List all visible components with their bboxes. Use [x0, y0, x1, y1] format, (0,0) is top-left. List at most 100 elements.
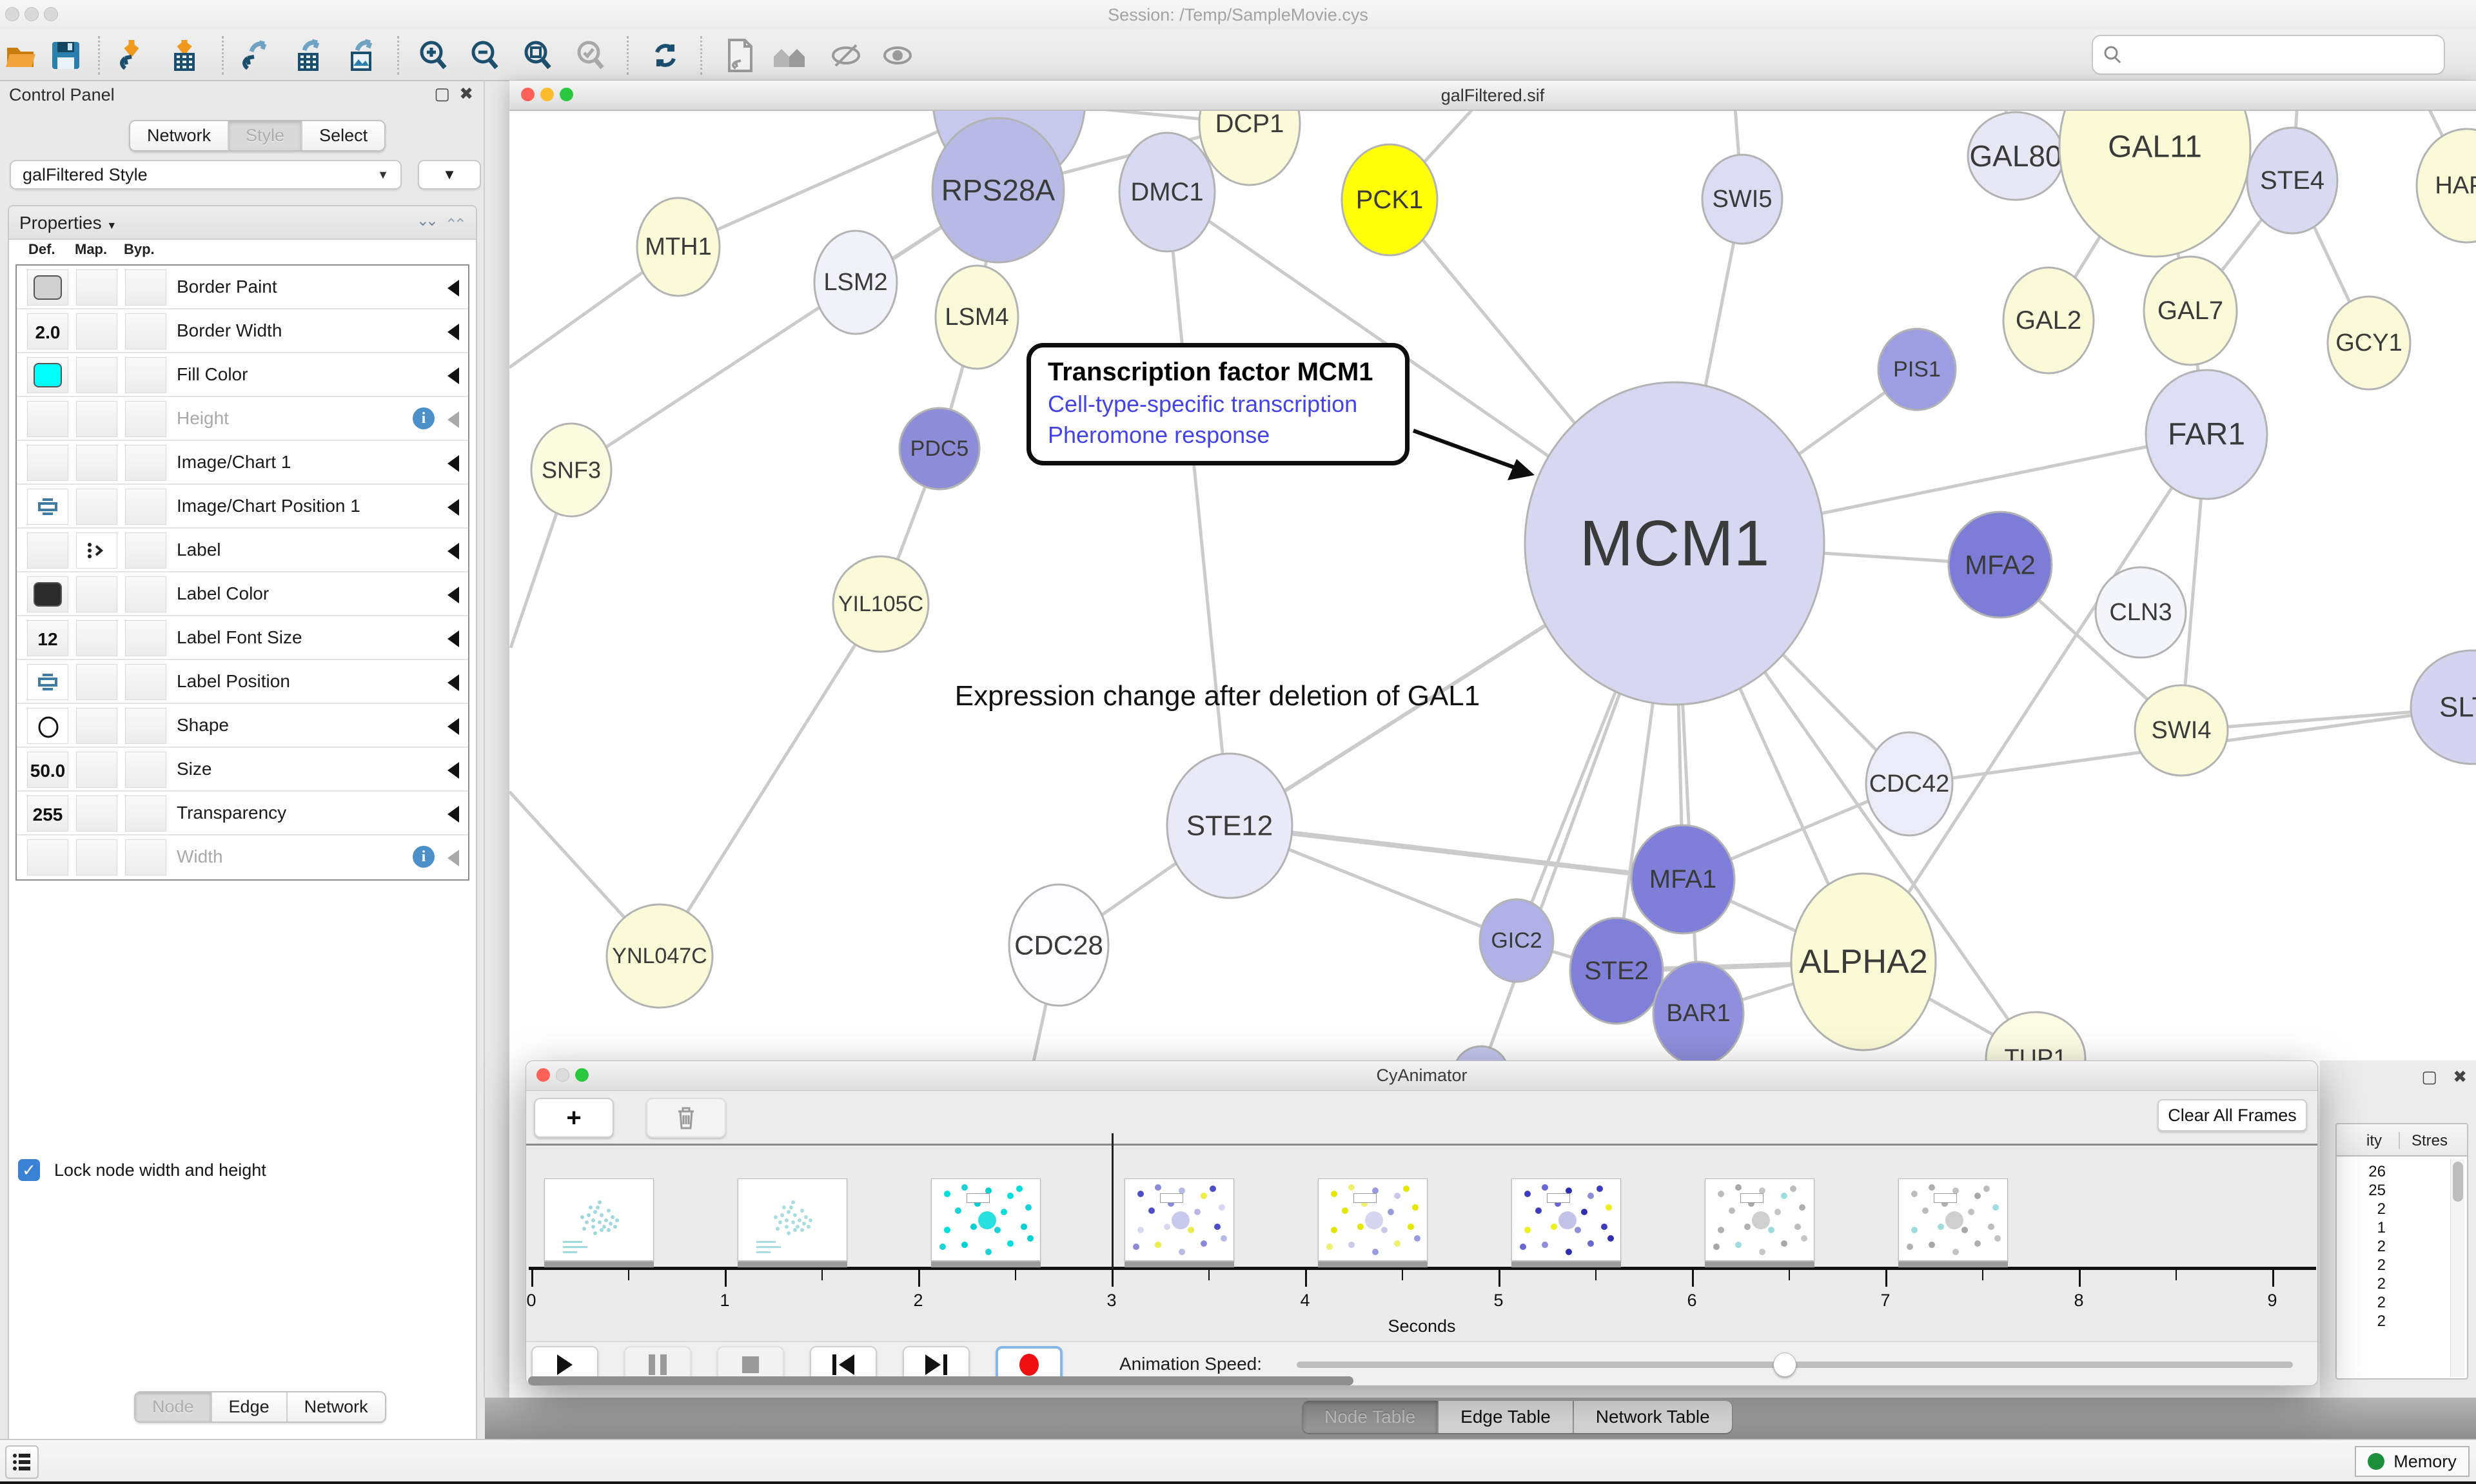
- mapping-cell[interactable]: [76, 313, 117, 349]
- open-session-icon[interactable]: [4, 37, 40, 73]
- bypass-cell[interactable]: [125, 313, 166, 349]
- save-session-icon[interactable]: [48, 37, 84, 73]
- default-value-cell[interactable]: [27, 664, 68, 700]
- mapping-cell[interactable]: [76, 357, 117, 393]
- node-FAR1[interactable]: FAR1: [2146, 370, 2267, 499]
- expand-row-icon[interactable]: [447, 324, 459, 340]
- bypass-cell[interactable]: [125, 752, 166, 788]
- default-value-cell[interactable]: 2.0: [27, 313, 68, 349]
- table-cell[interactable]: 26: [2335, 1163, 2386, 1181]
- default-value-cell[interactable]: 50.0: [27, 752, 68, 788]
- frame-thumbnail-4[interactable]: [1318, 1178, 1428, 1261]
- import-network-icon[interactable]: [113, 37, 150, 73]
- bypass-cell[interactable]: [125, 532, 166, 569]
- property-row[interactable]: Heighti: [17, 397, 468, 441]
- node-CLN3[interactable]: CLN3: [2096, 567, 2186, 658]
- node-DMC1[interactable]: DMC1: [1119, 133, 1215, 251]
- timeline[interactable]: 0123456789 Seconds: [526, 1147, 2317, 1341]
- default-value-cell[interactable]: [27, 532, 68, 569]
- network-window-titlebar[interactable]: galFiltered.sif: [509, 81, 2476, 111]
- property-row[interactable]: 2.0Border Width: [17, 309, 468, 353]
- playhead[interactable]: [1112, 1133, 1114, 1269]
- frame-thumbnail-3[interactable]: [1125, 1178, 1234, 1261]
- expand-row-icon[interactable]: [447, 718, 459, 735]
- export-image-icon[interactable]: [343, 37, 379, 73]
- search-input[interactable]: [2124, 45, 2433, 65]
- table-cell[interactable]: 2: [2335, 1294, 2386, 1312]
- tab-edge-table[interactable]: Edge Table: [1439, 1401, 1574, 1433]
- tab-network-table[interactable]: Network Table: [1574, 1401, 1732, 1433]
- node-GAL11[interactable]: GAL11: [2059, 111, 2250, 257]
- mapping-cell[interactable]: [76, 664, 117, 700]
- default-value-cell[interactable]: [27, 489, 68, 525]
- node-STE2[interactable]: STE2: [1570, 918, 1663, 1024]
- info-icon[interactable]: i: [413, 407, 435, 429]
- add-frame-button[interactable]: +: [534, 1098, 614, 1138]
- node-SNF3[interactable]: SNF3: [531, 424, 611, 516]
- node-BAR1[interactable]: BAR1: [1653, 962, 1744, 1065]
- property-row[interactable]: Widthi: [17, 835, 468, 879]
- node-STE4[interactable]: STE4: [2247, 128, 2337, 233]
- bypass-cell[interactable]: [125, 269, 166, 306]
- chevron-down-icon[interactable]: ▼: [106, 220, 117, 231]
- mapping-cell[interactable]: [76, 752, 117, 788]
- style-target-tab-node[interactable]: Node: [135, 1392, 212, 1421]
- default-value-cell[interactable]: [27, 445, 68, 481]
- info-icon[interactable]: i: [413, 846, 435, 868]
- node-LSM2[interactable]: LSM2: [814, 231, 897, 334]
- node-GAL2[interactable]: GAL2: [2003, 268, 2094, 373]
- animation-speed-slider[interactable]: [1297, 1362, 2293, 1368]
- cyanimator-hscrollbar[interactable]: [528, 1376, 1353, 1385]
- property-row[interactable]: Image/Chart Position 1: [17, 485, 468, 529]
- frame-thumbnail-2[interactable]: [931, 1178, 1041, 1261]
- bypass-cell[interactable]: [125, 620, 166, 656]
- style-options-button[interactable]: ▼: [418, 160, 481, 190]
- task-history-button[interactable]: [5, 1445, 39, 1479]
- collapse-all-icon[interactable]: ⌃⌃: [445, 215, 463, 234]
- mapping-cell[interactable]: [76, 401, 117, 437]
- float-panel-icon[interactable]: ▢: [434, 84, 450, 104]
- table-scrollbar[interactable]: [2450, 1159, 2464, 1377]
- bypass-cell[interactable]: [125, 357, 166, 393]
- node-PDC5[interactable]: PDC5: [899, 408, 979, 489]
- style-target-tab-edge[interactable]: Edge: [212, 1392, 288, 1421]
- default-value-cell[interactable]: [27, 708, 68, 744]
- tab-style[interactable]: Style: [229, 121, 302, 150]
- node-PCK1[interactable]: PCK1: [1342, 144, 1437, 255]
- mapping-cell[interactable]: [76, 708, 117, 744]
- property-row[interactable]: Label Position: [17, 660, 468, 704]
- style-target-tab-network[interactable]: Network: [288, 1392, 385, 1421]
- bypass-cell[interactable]: [125, 576, 166, 612]
- frame-thumbnail-6[interactable]: [1705, 1178, 1814, 1261]
- close-panel-icon[interactable]: ✖: [2453, 1067, 2467, 1087]
- expand-row-icon[interactable]: [447, 543, 459, 560]
- table-cell[interactable]: 2: [2335, 1275, 2386, 1293]
- bypass-cell[interactable]: [125, 796, 166, 832]
- memory-button[interactable]: Memory: [2355, 1446, 2470, 1477]
- tab-node-table[interactable]: Node Table: [1302, 1401, 1439, 1433]
- default-value-cell[interactable]: [27, 269, 68, 306]
- node-RPS28A[interactable]: RPS28A: [932, 118, 1064, 262]
- bypass-cell[interactable]: [125, 664, 166, 700]
- expand-row-icon[interactable]: [447, 411, 459, 428]
- frame-thumbnail-0[interactable]: [544, 1178, 654, 1261]
- default-value-cell[interactable]: [27, 357, 68, 393]
- node-MTH1[interactable]: MTH1: [637, 198, 720, 296]
- node-MFA2[interactable]: MFA2: [1949, 512, 2052, 618]
- bypass-cell[interactable]: [125, 401, 166, 437]
- mapping-cell[interactable]: [76, 576, 117, 612]
- default-value-cell[interactable]: [27, 839, 68, 875]
- expand-row-icon[interactable]: [447, 630, 459, 647]
- property-row[interactable]: Label Color: [17, 572, 468, 616]
- property-row[interactable]: 50.0Size: [17, 748, 468, 792]
- node-ALPHA2[interactable]: ALPHA2: [1791, 874, 1936, 1050]
- table-cell[interactable]: 25: [2335, 1182, 2386, 1200]
- property-row[interactable]: 12Label Font Size: [17, 616, 468, 660]
- close-panel-icon[interactable]: ✖: [459, 84, 473, 104]
- node-GAL80[interactable]: GAL80: [1968, 112, 2063, 200]
- zoom-in-icon[interactable]: [415, 37, 451, 73]
- node-PIS1[interactable]: PIS1: [1878, 329, 1956, 410]
- slider-thumb[interactable]: [1773, 1352, 1796, 1377]
- expand-row-icon[interactable]: [447, 850, 459, 866]
- column-header[interactable]: Stres: [2399, 1132, 2448, 1149]
